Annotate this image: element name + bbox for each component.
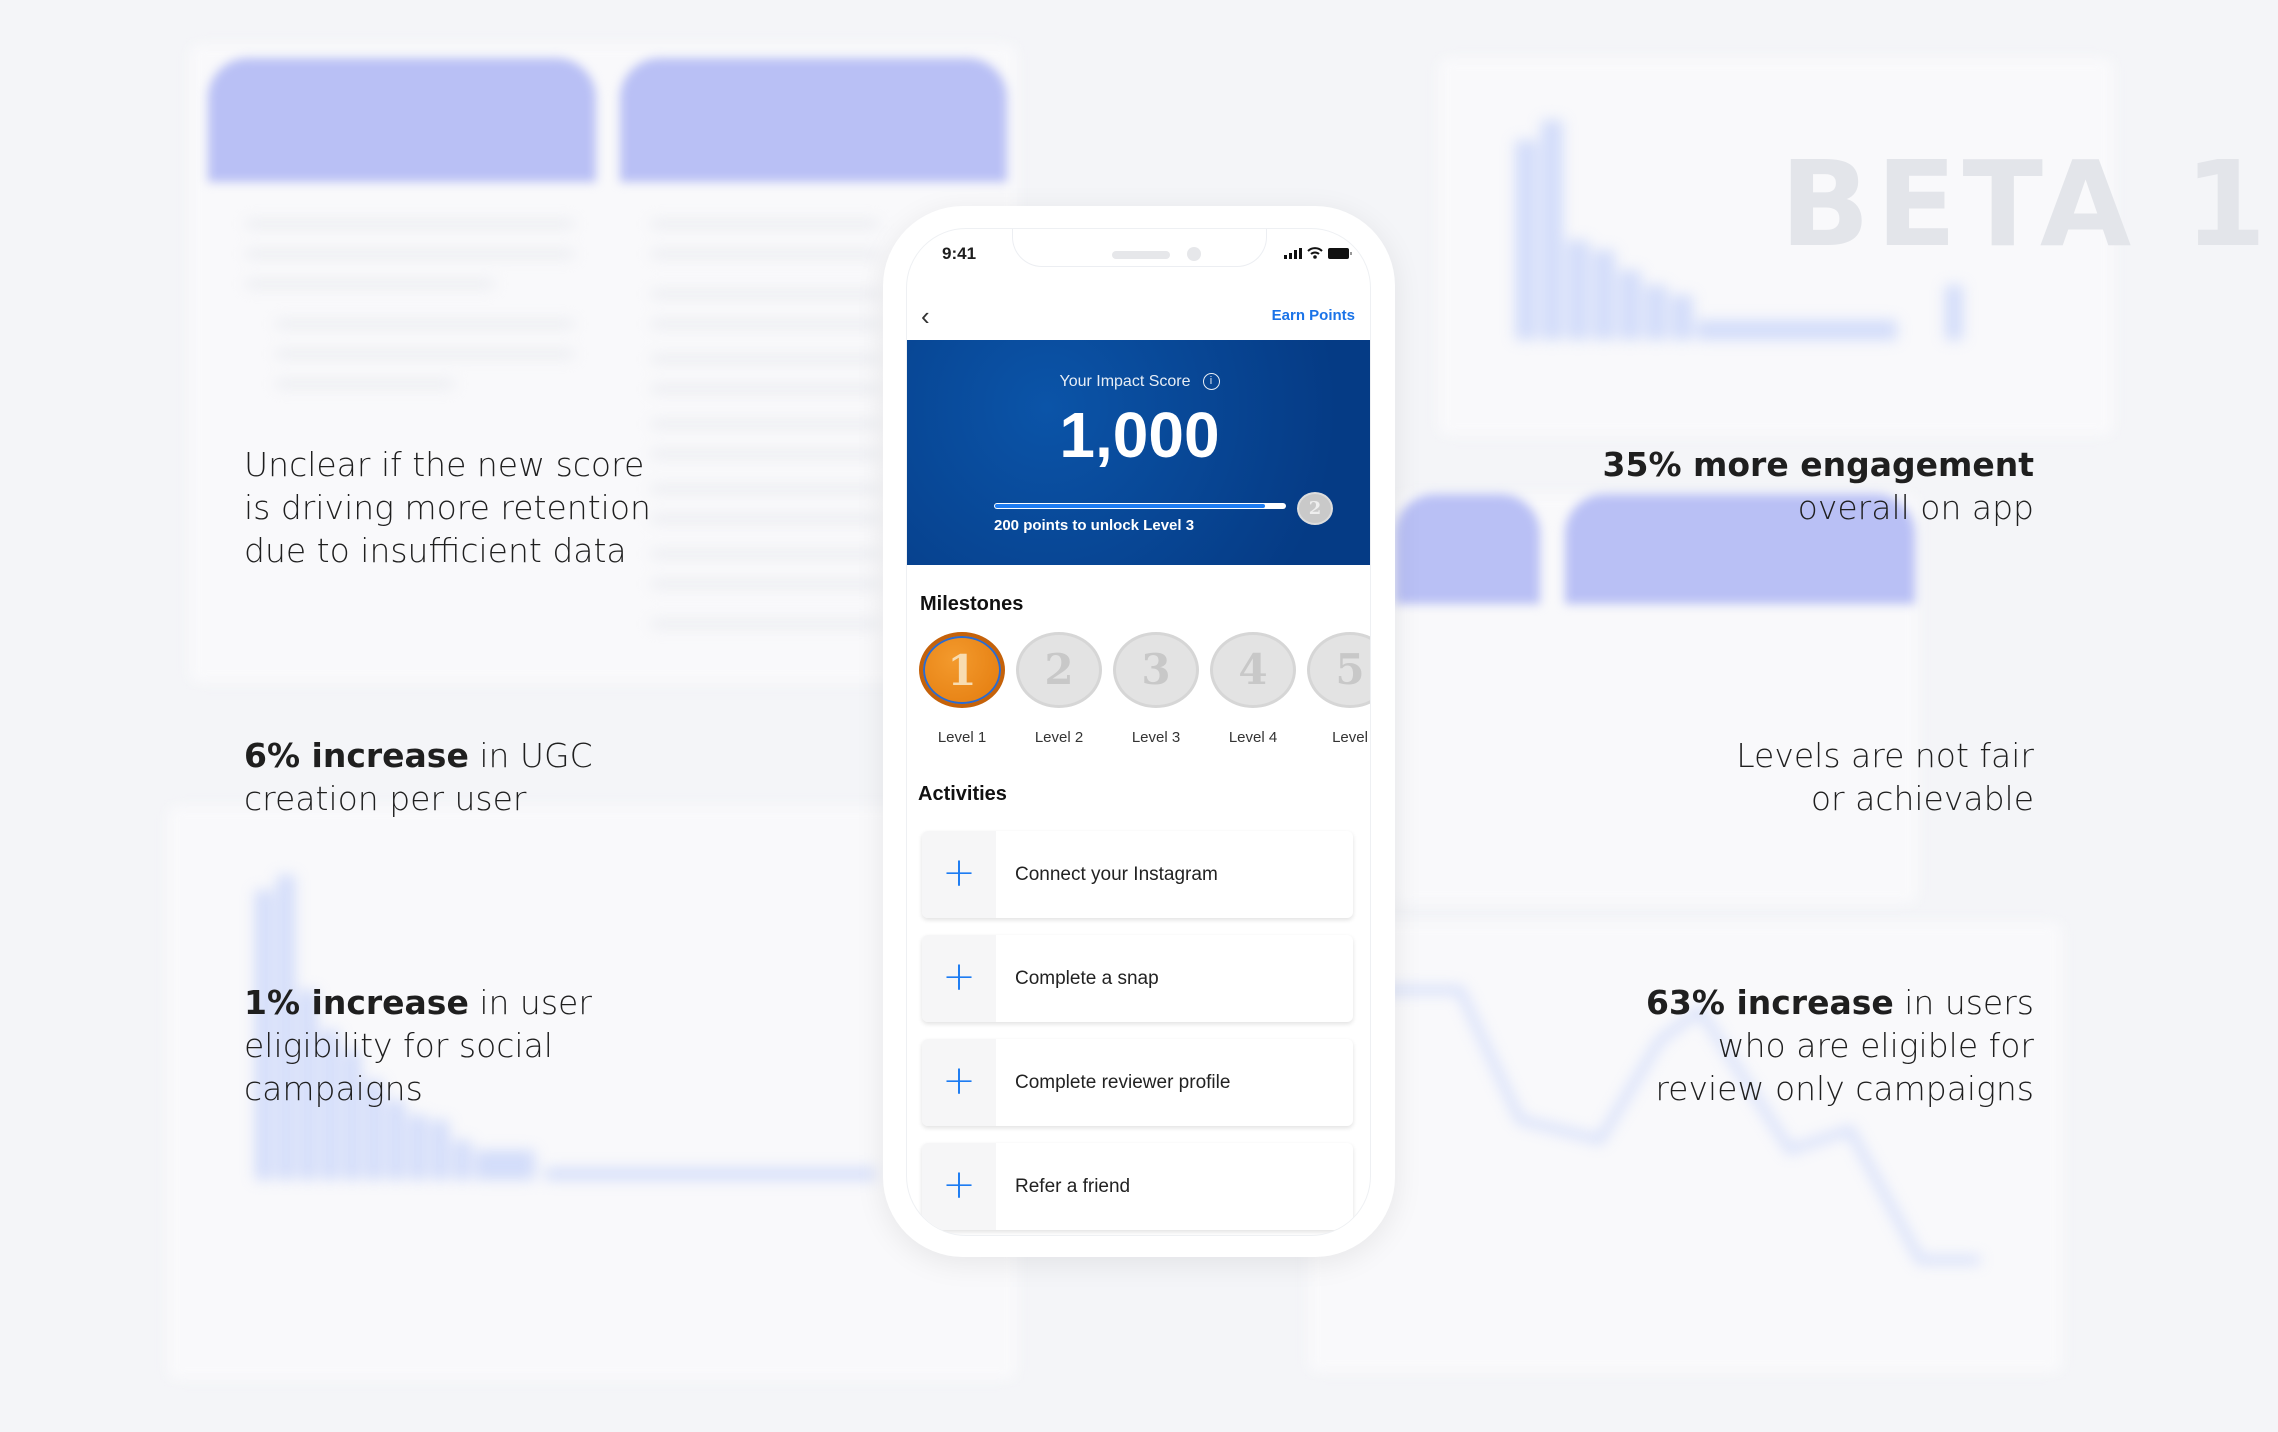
- plus-icon: +: [922, 831, 996, 918]
- note-review: 63% increase in users who are eligible f…: [1645, 983, 2034, 1108]
- impact-score-value: 1,000: [1059, 399, 1220, 471]
- activity-item[interactable]: + Refer a friend: [922, 1143, 1353, 1230]
- activity-label: Refer a friend: [1015, 1176, 1131, 1197]
- note-levels: Levels are not fair or achievable: [1736, 736, 2034, 818]
- bg-header-mid: [1395, 494, 1540, 604]
- note-engagement: 35% more engagement overall on app: [1602, 445, 2034, 527]
- activity-label: Complete reviewer profile: [1015, 1072, 1231, 1093]
- impact-score-label: Your Impact Score i: [907, 373, 1370, 391]
- bg-text-lines: [245, 220, 575, 410]
- phone-screen: 9:41 ‹ Earn Points Your Impact Score i 1,…: [906, 228, 1371, 1236]
- milestone-label: Level 3: [1131, 729, 1181, 746]
- activity-item[interactable]: + Complete reviewer profile: [922, 1039, 1353, 1126]
- bg-text-lines: [650, 220, 880, 650]
- plus-icon: +: [922, 935, 996, 1022]
- milestone-label: Level 2: [1034, 729, 1084, 746]
- wifi-icon: [1307, 247, 1323, 259]
- progress-label: 200 points to unlock Level 3: [994, 517, 1195, 534]
- milestone-medal-3[interactable]: 3: [1113, 632, 1199, 708]
- signal-icon: [1284, 247, 1302, 259]
- note-ugc: 6% increase in UGC creation per user: [244, 736, 593, 818]
- battery-icon: [1328, 247, 1352, 259]
- milestone-medal-2[interactable]: 2: [1016, 632, 1102, 708]
- activity-item[interactable]: + Connect your Instagram: [922, 831, 1353, 918]
- bg-header-members: [208, 58, 596, 182]
- impact-score-banner: Your Impact Score i 1,000 2 200 points to…: [907, 340, 1370, 565]
- info-icon[interactable]: i: [1202, 373, 1220, 391]
- milestone-label: Level: [1332, 729, 1368, 746]
- milestone-label: Level 4: [1228, 729, 1278, 746]
- camera: [1187, 247, 1201, 261]
- next-level-badge: 2: [1297, 492, 1333, 525]
- status-icons: [1284, 247, 1352, 259]
- milestone-label: Level 1: [937, 729, 987, 746]
- progress-fill: [995, 504, 1265, 508]
- milestone-medal-4[interactable]: 4: [1210, 632, 1296, 708]
- milestone-medal-1[interactable]: 1: [919, 632, 1005, 708]
- activities-title: Activities: [918, 783, 1007, 805]
- beta-watermark: BETA 1: [1780, 135, 2273, 273]
- plus-icon: +: [922, 1039, 996, 1126]
- status-time: 9:41: [942, 244, 977, 263]
- note-social: 1% increase in user eligibility for soci…: [244, 983, 592, 1108]
- plus-icon: +: [922, 1143, 996, 1230]
- back-button[interactable]: ‹: [921, 301, 930, 332]
- activity-label: Complete a snap: [1015, 968, 1159, 989]
- phone-mockup: 9:41 ‹ Earn Points Your Impact Score i 1,…: [883, 206, 1395, 1257]
- activity-item[interactable]: + Complete a snap: [922, 935, 1353, 1022]
- activity-label: Connect your Instagram: [1015, 864, 1218, 885]
- bg-header-percent: [620, 58, 1007, 182]
- speaker: [1112, 251, 1170, 259]
- level-progress-bar: [994, 503, 1286, 509]
- notch: [1012, 229, 1267, 267]
- note-retention: Unclear if the new score is driving more…: [244, 445, 651, 570]
- milestones-title: Milestones: [920, 593, 1024, 615]
- milestone-medal-5[interactable]: 5: [1307, 632, 1370, 708]
- earn-points-link[interactable]: Earn Points: [1272, 307, 1355, 324]
